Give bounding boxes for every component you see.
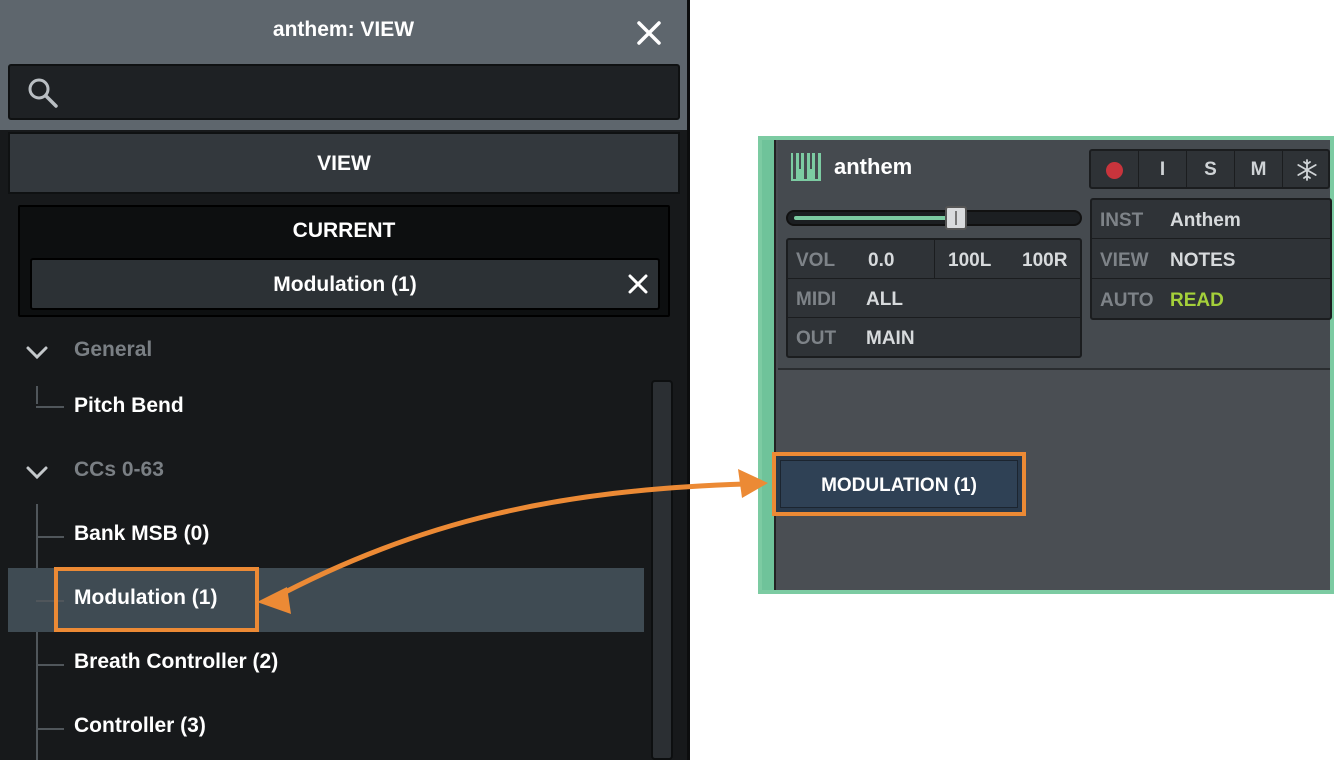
tree-group-label: General [74,338,153,361]
midi-row: MIDI ALL [788,279,1080,318]
midi-key: MIDI [796,289,837,310]
automation-lane-label-inner: MODULATION (1) [780,460,1018,508]
track-name: anthem [834,154,913,179]
tree-group-ccs[interactable]: CCs 0-63 [8,440,644,504]
current-selection-label: Modulation (1) [273,273,417,296]
out-row: OUT MAIN [788,318,1080,357]
tree-scrollbar[interactable] [651,380,673,760]
volume-slider-fill [794,216,951,220]
freeze-button[interactable] [1283,151,1331,187]
cell-divider [934,240,935,279]
auto-key: AUTO [1100,290,1154,311]
close-icon[interactable] [632,16,666,50]
current-section: CURRENT Modulation (1) [18,205,670,317]
pan-left-value[interactable]: 100L [948,250,991,272]
inst-value[interactable]: Anthem [1170,210,1241,232]
remove-selection-icon[interactable] [626,272,650,296]
solo-label: S [1204,159,1217,180]
tree-group-general[interactable]: General [8,320,644,384]
panel-title: anthem: VIEW [272,18,415,41]
record-arm-button[interactable] [1091,151,1139,187]
track-header: anthem I S M VOL 0.0 100L 100R MIDI ALL … [778,140,1332,370]
tree-item-label: Breath Controller (2) [74,650,279,673]
track-button-group: I S M [1089,149,1330,189]
monitor-input-button[interactable]: I [1139,151,1187,187]
auto-value[interactable]: READ [1170,290,1224,312]
piano-icon [790,150,822,182]
mute-button[interactable]: M [1235,151,1283,187]
vol-value[interactable]: 0.0 [868,250,894,272]
current-selection-chip[interactable]: Modulation (1) [30,258,660,310]
midi-value[interactable]: ALL [866,289,903,311]
tree-item-label: Bank MSB (0) [74,522,210,545]
pan-right-value[interactable]: 100R [1022,250,1067,272]
tree-item-breath-controller[interactable]: Breath Controller (2) [8,632,644,696]
chevron-down-icon[interactable] [24,460,50,486]
view-tab-label: VIEW [317,152,371,175]
track-info-grid: INST Anthem VIEW NOTES AUTO READ [1090,198,1332,320]
track-io-grid: VOL 0.0 100L 100R MIDI ALL OUT MAIN [786,238,1082,358]
solo-button[interactable]: S [1187,151,1235,187]
tree-item-bank-msb[interactable]: Bank MSB (0) [8,504,644,568]
search-bar [8,64,680,120]
parameter-tree: General Pitch Bend CCs 0-63 Bank MSB (0)… [8,320,644,760]
vol-key: VOL [796,250,836,271]
panel-header: anthem: VIEW [0,0,687,130]
out-value[interactable]: MAIN [866,328,915,350]
current-heading: CURRENT [292,219,396,242]
track-color-strip [762,140,776,590]
view-key: VIEW [1100,250,1149,271]
chevron-down-icon[interactable] [24,340,50,366]
tree-branch [36,728,64,730]
tree-branch [36,536,64,538]
instrument-track: anthem I S M VOL 0.0 100L 100R MIDI ALL … [758,136,1334,594]
search-input[interactable] [70,74,670,112]
tree-branch [36,406,64,408]
tree-item-label: Controller (3) [74,714,206,737]
volume-slider-knob[interactable] [945,206,967,230]
view-row: VIEW NOTES [1092,240,1330,279]
automation-lane-text: MODULATION (1) [821,475,977,496]
auto-row: AUTO READ [1092,280,1330,319]
view-panel: anthem: VIEW VIEW CURRENT Modulation (1) [0,0,690,760]
mute-label: M [1250,159,1267,180]
tree-branch [36,664,64,666]
record-icon [1106,162,1123,179]
callout-highlight-modulation [54,567,259,632]
automation-lane-label[interactable]: MODULATION (1) [772,452,1026,516]
tree-item-label: Pitch Bend [74,394,184,417]
volume-pan-row: VOL 0.0 100L 100R [788,240,1080,279]
tree-item-controller-3[interactable]: Controller (3) [8,696,644,760]
inst-row: INST Anthem [1092,200,1330,239]
tree-group-label: CCs 0-63 [74,458,164,481]
inst-key: INST [1100,210,1144,231]
tree-item-pitch-bend[interactable]: Pitch Bend [8,376,644,440]
out-key: OUT [796,328,837,349]
view-tab[interactable]: VIEW [8,132,680,194]
search-icon [26,76,60,110]
snowflake-icon [1295,158,1319,182]
volume-slider[interactable] [786,206,1082,230]
view-value[interactable]: NOTES [1170,250,1235,272]
monitor-input-label: I [1159,159,1166,180]
